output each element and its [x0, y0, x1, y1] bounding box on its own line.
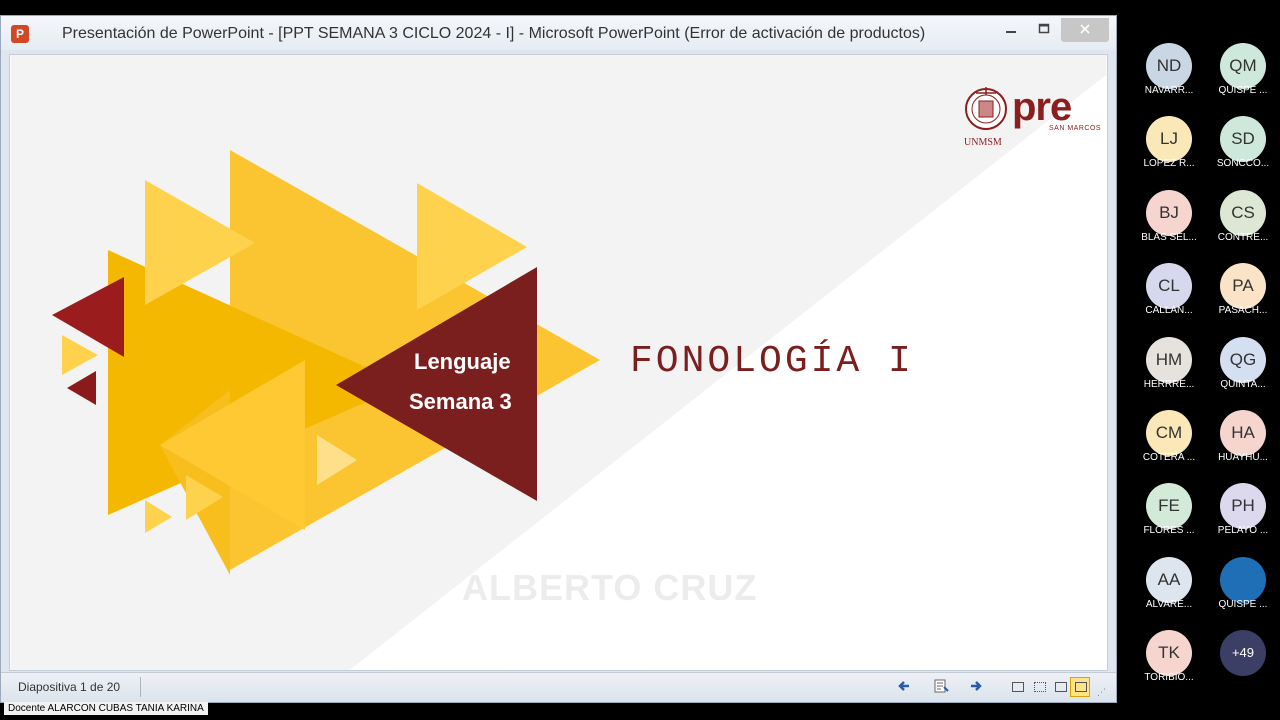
participant-tile[interactable]: CS CONTRE...	[1206, 189, 1280, 252]
participant-tile[interactable]: PA PASACH...	[1206, 263, 1280, 325]
logo-san-marcos-text: SAN MARCOS	[1049, 125, 1102, 132]
participant-avatar: LJ	[1146, 116, 1192, 163]
participant-tile[interactable]: BJ BLAS SEL...	[1132, 189, 1206, 252]
participant-avatar: TK	[1146, 630, 1192, 677]
small-triangle-c	[62, 335, 98, 375]
participant-avatar: FE	[1146, 483, 1192, 530]
participants-panel: ND NAVARR... QM QUISPE ... LJ LOPEZ R... SD SON…	[1117, 0, 1280, 720]
participant-name: QUISPE ...	[1218, 85, 1268, 96]
participant-avatar: ND	[1146, 43, 1192, 89]
participant-name: PASACH...	[1218, 305, 1268, 317]
powerpoint-app-icon[interactable]: P	[11, 25, 29, 43]
maximize-icon	[1038, 23, 1050, 34]
logo-unmsm-text: UNMSM	[964, 137, 1002, 148]
participant-avatar: CS	[1220, 189, 1266, 236]
slideshow-icon	[1075, 682, 1087, 692]
small-triangle-b	[145, 500, 172, 533]
slideshow-button[interactable]	[1070, 677, 1090, 697]
participant-name: CONTRE...	[1217, 231, 1269, 243]
slide-counter: Diapositiva 1 de 20	[18, 680, 121, 694]
participant-name: HERRRE...	[1143, 378, 1195, 390]
participant-avatar: HA	[1220, 410, 1266, 456]
normal-view-icon	[1012, 682, 1024, 692]
unmsm-seal-icon	[965, 87, 1007, 130]
slide-author: ALBERTO CRUZ	[462, 567, 758, 608]
notes-icon	[934, 679, 949, 693]
participant-tile[interactable]: LJ LOPEZ R...	[1132, 116, 1206, 178]
more-participants-button[interactable]: +49	[1220, 630, 1266, 677]
participant-avatar: AA	[1146, 556, 1192, 603]
course-name: Lenguaje	[414, 349, 511, 374]
arrow-right-icon	[971, 681, 982, 691]
participant-avatar: QM	[1220, 43, 1266, 89]
maximize-button[interactable]	[1029, 18, 1059, 42]
minimize-icon	[1006, 31, 1016, 33]
participant-tile[interactable]: HA HUAYHU...	[1206, 410, 1280, 472]
reading-view-button[interactable]	[1050, 677, 1070, 697]
window-title: Presentación de PowerPoint - [PPT SEMANA…	[62, 25, 926, 42]
pre-san-marcos-logo: pre SAN MARCOS UNMSM	[964, 85, 1101, 149]
participant-tile[interactable]: ND NAVARR...	[1132, 43, 1206, 105]
participant-tile[interactable]: QG QUINTA...	[1206, 336, 1280, 399]
participant-avatar: CL	[1146, 263, 1192, 310]
participant-tile[interactable]: PH PELAYO ...	[1206, 483, 1280, 545]
slide-sorter-button[interactable]	[1029, 677, 1049, 697]
participant-tile[interactable]: QUISPE ...	[1206, 556, 1280, 619]
participant-name: TORIBIO...	[1144, 672, 1194, 684]
participant-avatar: HM	[1146, 336, 1192, 383]
course-week: Semana 3	[409, 389, 512, 414]
slide-title: FONOLOGÍA I	[630, 340, 914, 383]
title-bar: P Presentación de PowerPoint - [PPT SEMA…	[1, 16, 1116, 50]
participant-photo-avatar	[1220, 556, 1266, 603]
slide-canvas[interactable]: Lenguaje Semana 3 FONOLOGÍA I ALBERTO CR…	[9, 54, 1108, 671]
participant-tile[interactable]: CM COTERA ...	[1132, 410, 1206, 472]
maroon-triangle-small	[67, 371, 96, 405]
participant-tile[interactable]: CL CALLAN...	[1132, 263, 1206, 325]
participant-name: ALVARE...	[1145, 598, 1193, 610]
participant-name: SONCCO...	[1216, 158, 1270, 170]
participant-tile[interactable]: TK TORIBIO...	[1132, 630, 1206, 692]
participant-name: NAVARR...	[1144, 85, 1194, 96]
logo-pre-text: pre	[1012, 85, 1072, 129]
participant-tile[interactable]: FE FLORES ...	[1132, 483, 1206, 545]
close-icon	[1080, 24, 1090, 34]
participant-tile[interactable]: AA ALVARE...	[1132, 556, 1206, 619]
participant-name: QUINTA...	[1220, 378, 1266, 390]
participant-name: BLAS SEL...	[1141, 231, 1197, 243]
participant-name: PELAYO ...	[1217, 525, 1269, 537]
reading-view-icon	[1055, 682, 1067, 692]
participant-name: COTERA ...	[1142, 452, 1196, 463]
status-divider	[140, 677, 141, 697]
minimize-button[interactable]	[996, 18, 1026, 42]
presenter-name-label: Docente ALARCON CUBAS TANIA KARINA	[4, 702, 208, 715]
previous-slide-button[interactable]	[895, 678, 913, 696]
participant-tile[interactable]: HM HERRRE...	[1132, 336, 1206, 399]
slide-sorter-icon	[1034, 682, 1046, 692]
participant-name: FLORES ...	[1143, 525, 1195, 537]
participant-tile[interactable]: +49	[1206, 630, 1280, 692]
next-slide-button[interactable]	[967, 678, 985, 696]
close-button[interactable]	[1061, 18, 1109, 42]
participant-tile[interactable]: SD SONCCO...	[1206, 116, 1280, 178]
participant-avatar: CM	[1146, 410, 1192, 456]
participant-name: QUISPE ...	[1218, 598, 1268, 610]
status-bar: Diapositiva 1 de 20 ⋰	[1, 672, 1116, 702]
normal-view-button[interactable]	[1007, 677, 1027, 697]
powerpoint-window: P Presentación de PowerPoint - [PPT SEMA…	[0, 15, 1117, 703]
participant-avatar: PA	[1220, 263, 1266, 310]
participant-avatar: QG	[1220, 336, 1266, 383]
resize-grip-icon[interactable]: ⋰	[1097, 687, 1109, 699]
participant-avatar: SD	[1220, 116, 1266, 163]
participant-name: CALLAN...	[1145, 305, 1193, 317]
arrow-left-icon	[898, 681, 909, 691]
participant-avatar: PH	[1220, 483, 1266, 530]
participant-tile[interactable]: QM QUISPE ...	[1206, 43, 1280, 105]
participant-name: LOPEZ R...	[1143, 158, 1195, 170]
notes-button[interactable]	[932, 678, 950, 696]
participant-avatar: BJ	[1146, 189, 1192, 236]
participant-name: HUAYHU...	[1218, 452, 1268, 463]
